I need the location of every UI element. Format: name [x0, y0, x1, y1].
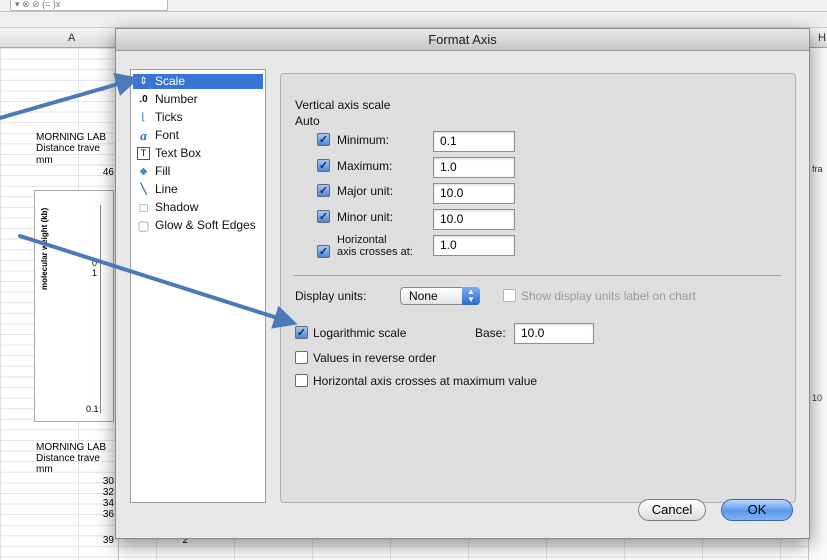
sidebar-item-line[interactable]: ╲ Line — [133, 182, 263, 197]
cell-value[interactable]: 34 — [74, 498, 114, 509]
major-unit-auto-checkbox[interactable]: ✓ — [317, 184, 330, 197]
column-header-a[interactable]: A — [68, 32, 75, 44]
reverse-order-label: Values in reverse order — [313, 351, 437, 365]
base-input[interactable]: 10.0 — [514, 323, 594, 344]
minor-unit-input[interactable]: 10.0 — [433, 209, 515, 230]
crosses-at-max-label: Horizontal axis crosses at maximum value — [313, 374, 538, 388]
scale-settings-panel: Vertical axis scale Auto ✓ Minimum: 0.1 … — [280, 73, 796, 503]
shadow-icon: □ — [139, 200, 148, 215]
minor-unit-auto-checkbox[interactable]: ✓ — [317, 210, 330, 223]
sidebar-item-label: Scale — [155, 74, 186, 88]
glow-icon: ▢ — [137, 218, 150, 233]
cell-unit-2[interactable]: mm — [36, 464, 53, 475]
chart-y-axis-label: molecular weight (kb) — [40, 207, 49, 290]
axis-crosses-auto-checkbox[interactable]: ✓ — [317, 245, 330, 258]
show-units-label-checkbox[interactable] — [503, 289, 516, 302]
maximum-input[interactable]: 1.0 — [433, 157, 515, 178]
ruler — [0, 12, 827, 28]
logarithmic-scale-label: Logarithmic scale — [313, 326, 407, 340]
section-heading: Vertical axis scale — [295, 98, 391, 112]
sidebar-item-label: Font — [155, 128, 180, 142]
sidebar-item-label: Glow & Soft Edges — [155, 218, 256, 232]
cell-value[interactable]: 36 — [74, 509, 114, 520]
logarithmic-scale-checkbox[interactable]: ✓ — [295, 326, 308, 339]
dialog-title-bar[interactable]: Format Axis — [116, 29, 809, 51]
sidebar-item-label: Line — [155, 182, 178, 196]
right-column-area: fra 10 — [808, 48, 827, 560]
major-unit-input[interactable]: 10.0 — [433, 183, 515, 204]
line-icon: ╲ — [140, 184, 147, 195]
display-units-select[interactable]: None ▲ ▼ — [400, 287, 480, 305]
sidebar-item-label: Fill — [155, 164, 171, 178]
maximum-label: Maximum: — [337, 159, 393, 173]
chart-tick-label: 0.1 — [86, 404, 99, 414]
sidebar-item-label: Number — [155, 92, 198, 106]
major-unit-label: Major unit: — [337, 184, 394, 198]
sidebar-item-number[interactable]: .0 Number — [133, 92, 263, 107]
sidebar-item-label: Ticks — [155, 110, 183, 124]
chart-tick-label: 1 — [92, 268, 98, 278]
sidebar-item-font[interactable]: a Font — [133, 128, 263, 143]
cell-distance-1[interactable]: Distance trave — [36, 143, 100, 154]
number-icon: .0 — [139, 94, 148, 105]
cancel-button[interactable]: Cancel — [638, 499, 706, 521]
cell-value[interactable]: 32 — [74, 487, 114, 498]
sidebar-item-glow[interactable]: ▢ Glow & Soft Edges — [133, 218, 263, 233]
auto-label: Auto — [295, 114, 320, 128]
crosses-at-max-checkbox[interactable] — [295, 374, 308, 387]
cell-title-1[interactable]: MORNING LAB — [36, 132, 106, 143]
maximum-auto-checkbox[interactable]: ✓ — [317, 159, 330, 172]
formula-bar: ▾ ⊗ ⊘ (= )x — [0, 0, 827, 12]
sidebar-item-text-box[interactable]: T Text Box — [133, 146, 263, 161]
column-header-h[interactable]: H — [818, 32, 826, 44]
base-label: Base: — [475, 326, 506, 340]
fill-icon: ◆ — [139, 166, 148, 177]
axis-crosses-label: Horizontal axis crosses at: — [337, 234, 413, 258]
chart-tick-label: 0 — [92, 258, 98, 268]
select-stepper-icon: ▲ ▼ — [462, 287, 480, 305]
right-cell-text: 10 — [812, 393, 823, 403]
axis-crosses-label-line1: Horizontal — [337, 234, 387, 246]
ok-button[interactable]: OK — [721, 499, 793, 521]
show-units-label-text: Show display units label on chart — [521, 289, 696, 303]
cell-unit-1[interactable]: mm — [36, 155, 53, 166]
sidebar-item-label: Shadow — [155, 200, 199, 214]
cell-distance-2[interactable]: Distance trave — [36, 453, 100, 464]
minimum-label: Minimum: — [337, 133, 390, 147]
axis-crosses-label-line2: axis crosses at: — [337, 246, 413, 258]
scale-icon: ⇕ — [139, 76, 148, 87]
sidebar-item-shadow[interactable]: □ Shadow — [133, 200, 263, 215]
minimum-auto-checkbox[interactable]: ✓ — [317, 133, 330, 146]
display-units-value: None — [409, 289, 438, 303]
formula-controls[interactable]: ▾ ⊗ ⊘ (= )x — [10, 0, 168, 11]
axis-crosses-input[interactable]: 1.0 — [433, 235, 515, 256]
cell-title-2[interactable]: MORNING LAB — [36, 442, 106, 453]
ticks-icon: ⌊ — [141, 112, 146, 123]
format-axis-dialog: Format Axis ⇕ Scale .0 Number ⌊ Ticks a … — [115, 28, 810, 539]
cell-value[interactable]: 46 — [74, 167, 114, 178]
sidebar-item-scale[interactable]: ⇕ Scale — [133, 74, 263, 89]
chart-axis-line — [100, 205, 101, 413]
font-icon: a — [140, 128, 147, 143]
cell-value[interactable]: 39 — [74, 535, 114, 546]
textbox-icon: T — [137, 147, 150, 160]
reverse-order-checkbox[interactable] — [295, 351, 308, 364]
sidebar-item-label: Text Box — [155, 146, 202, 160]
right-cell-text: fra — [812, 164, 823, 174]
display-units-label: Display units: — [295, 289, 367, 303]
format-category-list: ⇕ Scale .0 Number ⌊ Ticks a Font T Text … — [130, 69, 266, 503]
sidebar-item-fill[interactable]: ◆ Fill — [133, 164, 263, 179]
minimum-input[interactable]: 0.1 — [433, 131, 515, 152]
dialog-title: Format Axis — [428, 32, 497, 47]
sidebar-item-ticks[interactable]: ⌊ Ticks — [133, 110, 263, 125]
cell-value[interactable]: 30 — [74, 476, 114, 487]
section-divider — [293, 275, 781, 276]
minor-unit-label: Minor unit: — [337, 210, 394, 224]
